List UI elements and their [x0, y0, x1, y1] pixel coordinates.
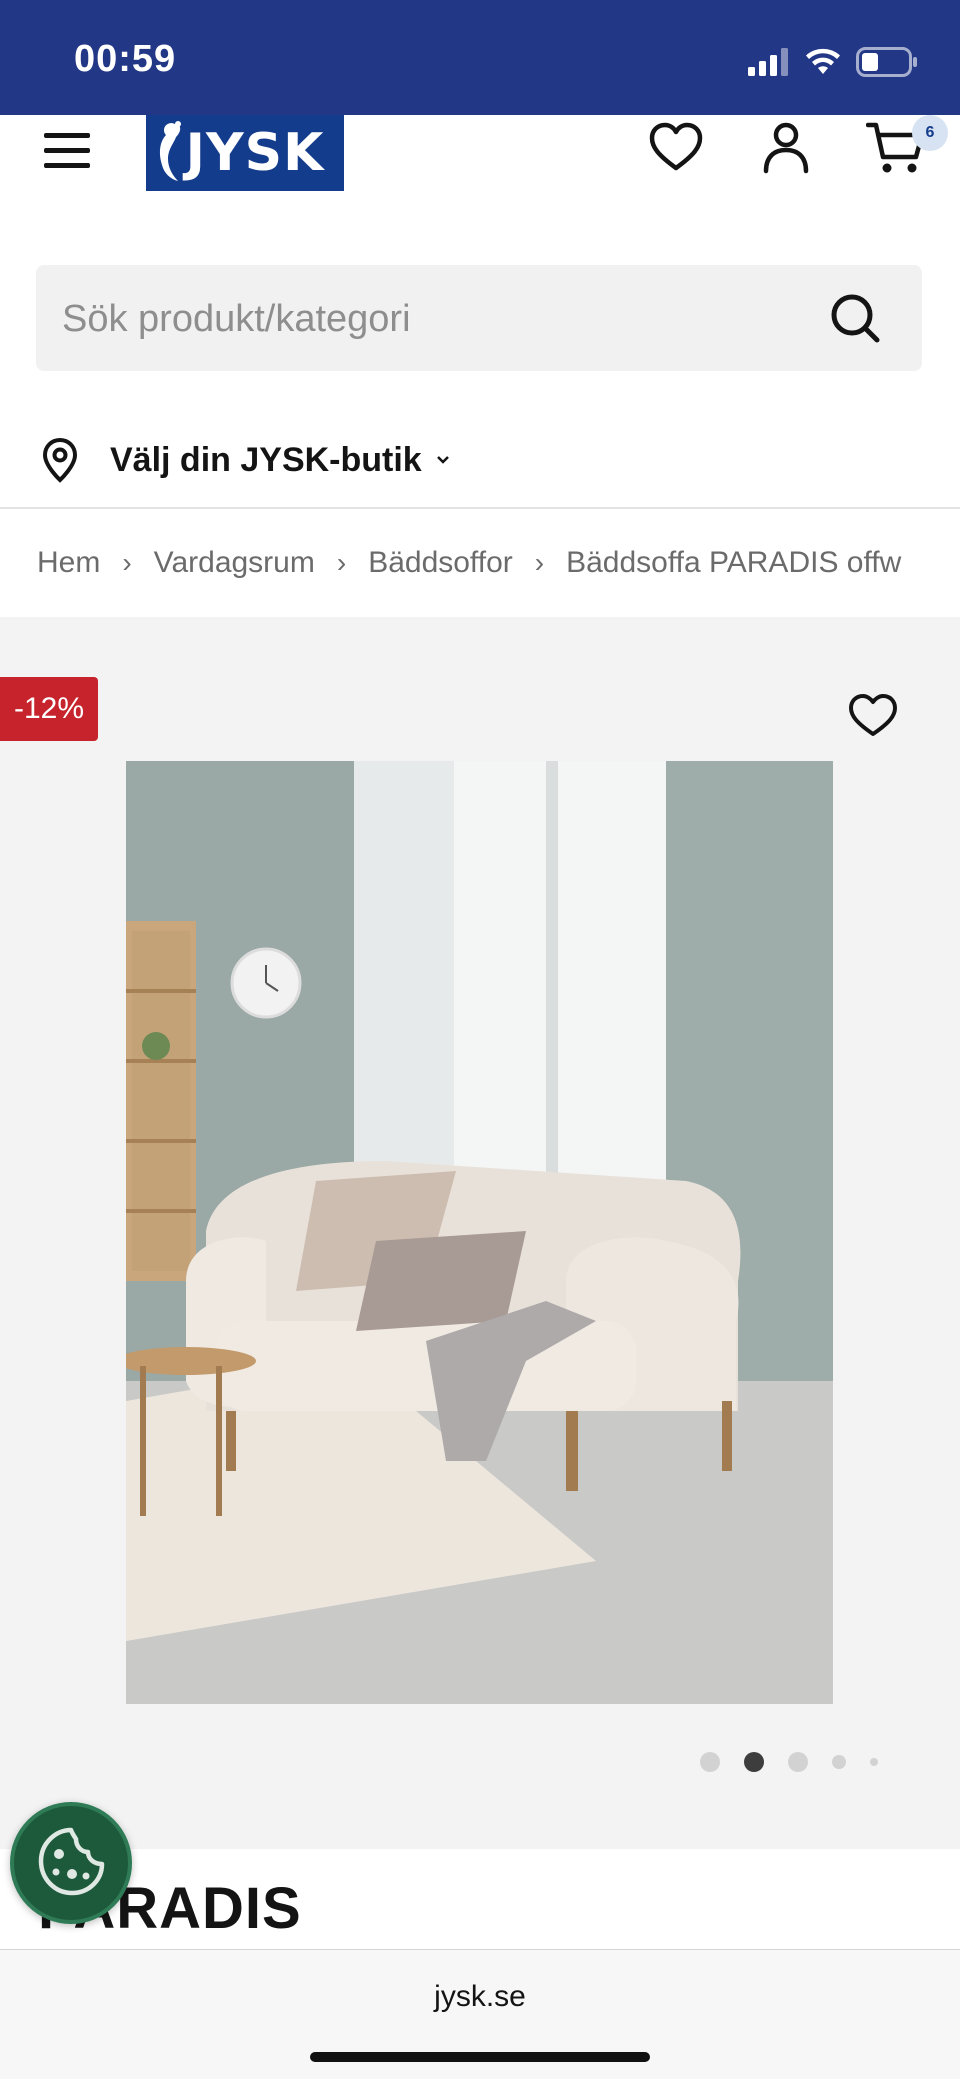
status-icons — [748, 42, 918, 82]
breadcrumb: Hem › Vardagsrum › Bäddsoffor › Bäddsoff… — [37, 530, 960, 596]
gallery-dot[interactable] — [870, 1758, 878, 1766]
product-gallery[interactable]: -12% — [0, 617, 960, 1849]
gallery-dot[interactable] — [832, 1755, 846, 1769]
gallery-dot-active[interactable] — [744, 1752, 764, 1772]
site-header: JYSK 6 — [0, 115, 960, 225]
cookie-settings-button[interactable] — [10, 1802, 132, 1924]
store-picker-label: Välj din JYSK-butik — [110, 440, 422, 479]
gallery-dot[interactable] — [700, 1752, 720, 1772]
breadcrumb-item-baddsoffor[interactable]: Bäddsoffor — [368, 546, 513, 580]
status-bar: 00:59 — [0, 0, 960, 115]
breadcrumb-separator: › — [122, 547, 132, 578]
breadcrumb-item-vardagsrum[interactable]: Vardagsrum — [154, 546, 315, 580]
breadcrumb-separator: › — [534, 547, 545, 578]
location-pin-icon — [42, 437, 78, 483]
logo-text: JYSK — [185, 123, 325, 183]
battery-icon — [856, 47, 917, 77]
gallery-dot[interactable] — [788, 1752, 808, 1772]
search-bar — [36, 265, 922, 373]
store-picker[interactable]: Välj din JYSK-butik — [40, 430, 450, 490]
breadcrumb-separator: › — [336, 547, 347, 578]
home-indicator — [310, 2052, 650, 2062]
gallery-pagination — [700, 1747, 902, 1777]
menu-icon[interactable] — [44, 129, 90, 173]
wifi-icon — [806, 48, 840, 74]
url-label[interactable]: jysk.se — [0, 1980, 960, 2014]
logo-figure-icon — [159, 121, 181, 181]
search-icon[interactable] — [828, 291, 882, 345]
breadcrumb-item-hem[interactable]: Hem — [37, 546, 100, 580]
jysk-logo[interactable]: JYSK — [146, 115, 344, 191]
search-input[interactable] — [60, 265, 824, 373]
product-title-section: PARADIS — [0, 1849, 960, 1949]
user-icon[interactable] — [758, 119, 814, 175]
discount-badge: -12% — [0, 677, 98, 741]
browser-bottom-bar: jysk.se — [0, 1949, 960, 2079]
heart-icon[interactable] — [648, 119, 704, 175]
chevron-down-icon — [436, 456, 449, 464]
status-time: 00:59 — [74, 38, 177, 80]
divider — [0, 507, 960, 509]
product-image[interactable] — [126, 761, 833, 1704]
breadcrumb-item-current: Bäddsoffa PARADIS offw — [566, 546, 902, 579]
cart-count-badge: 6 — [912, 115, 948, 151]
wishlist-heart-icon[interactable] — [848, 692, 898, 738]
cookie-icon — [38, 1827, 105, 1896]
signal-icon — [748, 48, 788, 76]
